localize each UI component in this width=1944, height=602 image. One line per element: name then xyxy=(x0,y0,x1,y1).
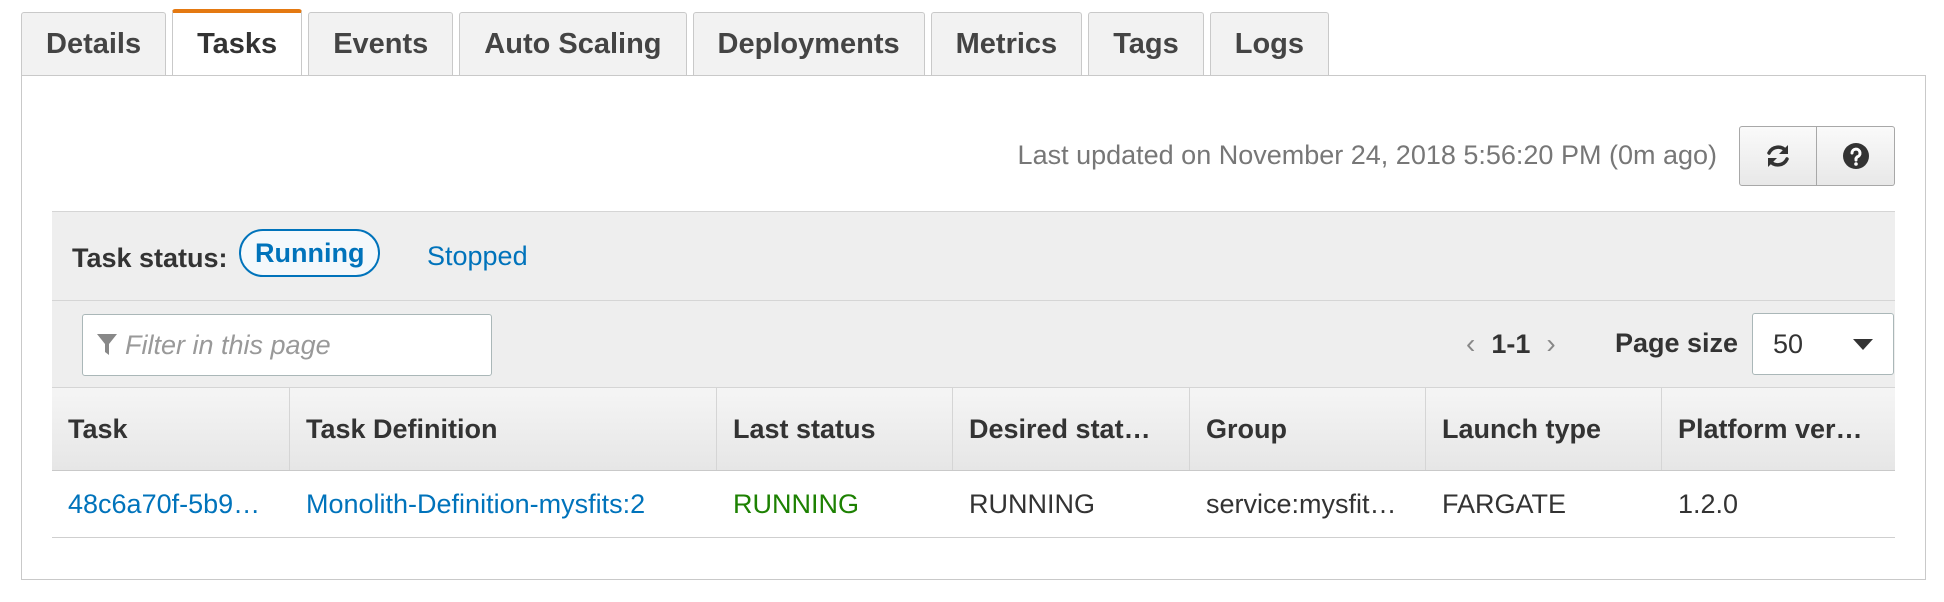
filter-icon xyxy=(97,334,117,355)
tab-metrics[interactable]: Metrics xyxy=(930,12,1083,76)
last-updated-text: Last updated on November 24, 2018 5:56:2… xyxy=(1017,140,1717,170)
column-header-desired-status[interactable]: Desired stat… xyxy=(953,388,1190,470)
column-header-platform-version[interactable]: Platform ver… xyxy=(1662,388,1895,470)
next-page-icon[interactable]: › xyxy=(1546,328,1555,360)
tab-details[interactable]: Details xyxy=(21,12,167,76)
prev-page-icon[interactable]: ‹ xyxy=(1466,328,1475,360)
platform-version-cell: 1.2.0 xyxy=(1678,488,1739,519)
status-running-toggle[interactable]: Running xyxy=(239,229,381,277)
refresh-icon xyxy=(1767,145,1789,167)
tasks-table: Task Task Definition Last status Desired… xyxy=(52,387,1895,538)
table-row: 48c6a70f-5b9… Monolith-Definition-mysfit… xyxy=(52,471,1895,538)
page-size-value: 50 xyxy=(1773,328,1804,359)
task-status-bar: Task status: Running Stopped xyxy=(52,211,1895,301)
table-header: Task Task Definition Last status Desired… xyxy=(52,387,1895,471)
task-definition-link[interactable]: Monolith-Definition-mysfits:2 xyxy=(290,471,717,537)
tab-events[interactable]: Events xyxy=(308,12,454,76)
page-size-select[interactable]: 50 xyxy=(1752,313,1894,375)
column-header-launch-type[interactable]: Launch type xyxy=(1426,388,1662,470)
last-status-cell: RUNNING xyxy=(733,488,859,519)
launch-type-cell: FARGATE xyxy=(1442,488,1567,519)
tab-logs[interactable]: Logs xyxy=(1209,12,1330,76)
help-button[interactable] xyxy=(1817,126,1895,186)
tab-auto-scaling[interactable]: Auto Scaling xyxy=(459,12,687,76)
column-header-task[interactable]: Task xyxy=(52,388,290,470)
column-header-task-definition[interactable]: Task Definition xyxy=(290,388,717,470)
column-header-group[interactable]: Group xyxy=(1190,388,1426,470)
filter-bar: ‹ 1-1 › Page size 50 xyxy=(52,301,1895,387)
help-icon xyxy=(1842,143,1869,169)
pagination: ‹ 1-1 › xyxy=(1466,328,1556,360)
tab-tasks[interactable]: Tasks xyxy=(172,9,303,76)
tab-bar: Details Tasks Events Auto Scaling Deploy… xyxy=(21,9,1330,76)
filter-field[interactable] xyxy=(82,314,492,376)
status-stopped-link[interactable]: Stopped xyxy=(427,241,528,272)
toolbar-buttons xyxy=(1739,126,1895,186)
refresh-button[interactable] xyxy=(1739,126,1817,186)
task-status-label: Task status: xyxy=(72,243,228,273)
tab-tags[interactable]: Tags xyxy=(1088,12,1204,76)
filter-input[interactable] xyxy=(123,328,487,362)
column-header-last-status[interactable]: Last status xyxy=(717,388,953,470)
group-cell: service:mysfit… xyxy=(1206,488,1397,519)
page-range: 1-1 xyxy=(1491,328,1531,359)
page-size-label: Page size xyxy=(1615,328,1739,358)
tab-deployments[interactable]: Deployments xyxy=(692,12,925,76)
caret-down-icon xyxy=(1853,338,1873,350)
task-id-link[interactable]: 48c6a70f-5b9… xyxy=(52,471,290,537)
tasks-panel: Last updated on November 24, 2018 5:56:2… xyxy=(21,75,1926,580)
desired-status-cell: RUNNING xyxy=(969,488,1095,519)
